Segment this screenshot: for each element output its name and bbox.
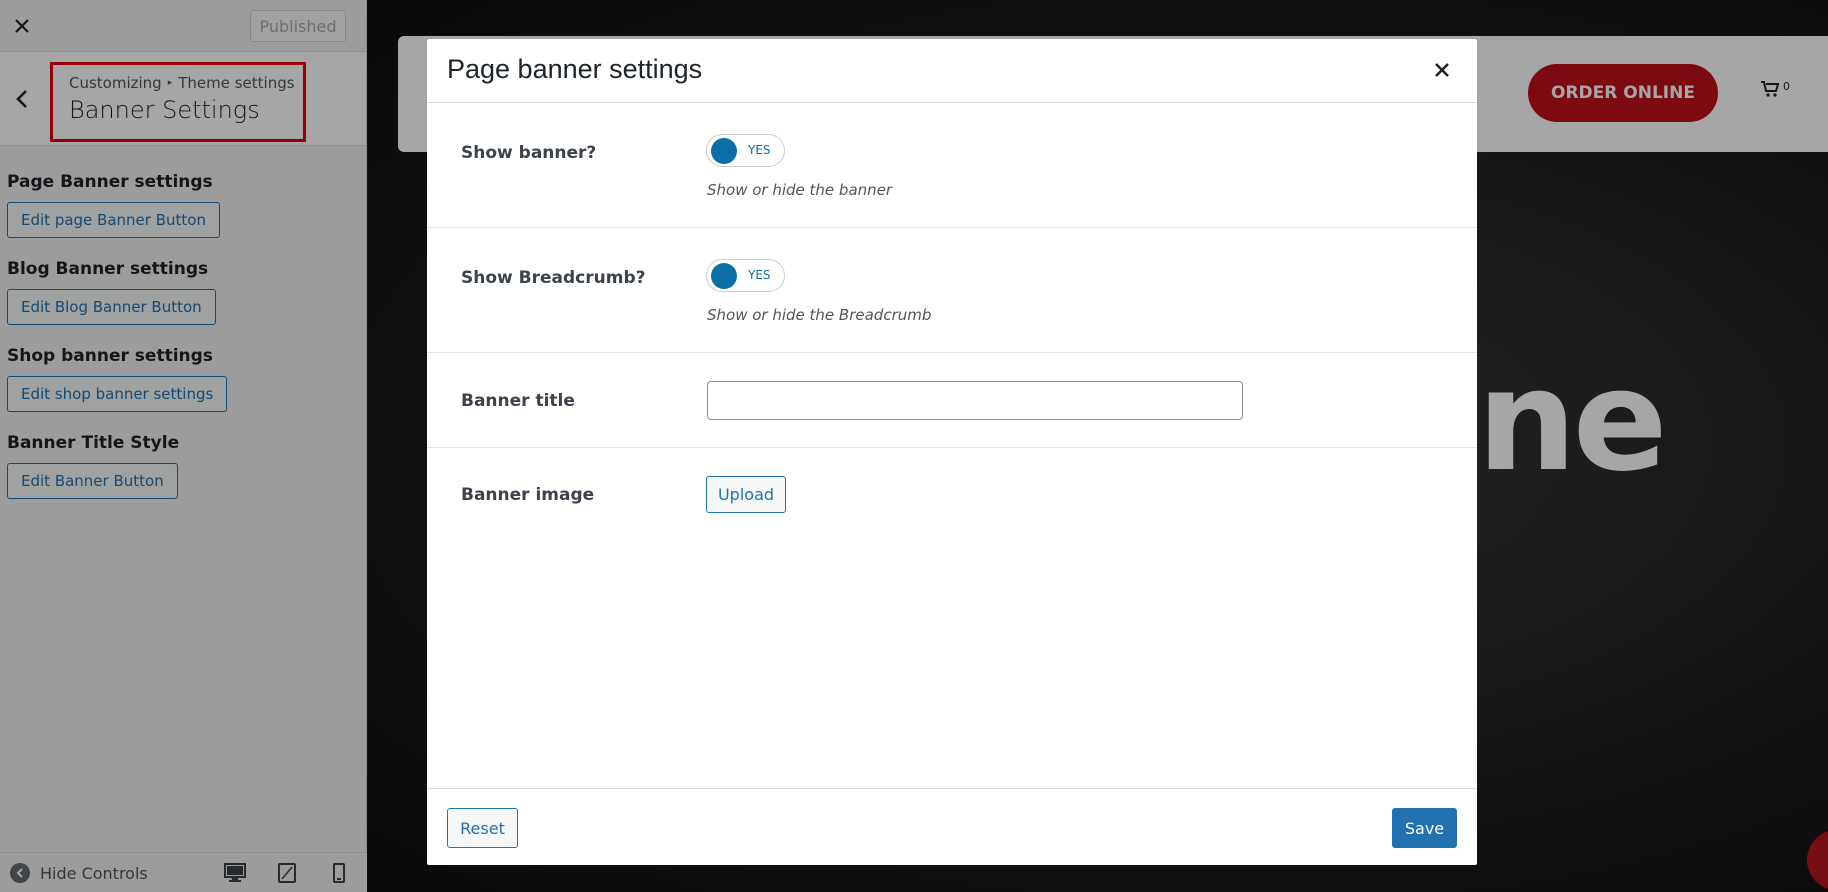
reset-button[interactable]: Reset — [447, 808, 518, 848]
banner-image-label: Banner image — [461, 485, 595, 505]
show-breadcrumb-row: Show Breadcrumb? YES Show or hide the Br… — [427, 228, 1477, 353]
modal-header: Page banner settings — [427, 39, 1477, 103]
upload-button[interactable]: Upload — [706, 476, 786, 513]
banner-title-row: Banner title — [427, 353, 1477, 448]
show-banner-label: Show banner? — [461, 143, 597, 163]
banner-title-label: Banner title — [461, 391, 575, 411]
save-button[interactable]: Save — [1392, 808, 1457, 848]
modal-footer: Reset Save — [427, 788, 1477, 865]
toggle-state: YES — [748, 143, 771, 157]
banner-title-input[interactable] — [707, 381, 1243, 420]
banner-image-row: Banner image Upload — [427, 448, 1477, 542]
show-banner-row: Show banner? YES Show or hide the banner — [427, 103, 1477, 228]
show-banner-toggle[interactable]: YES — [706, 134, 785, 167]
show-breadcrumb-toggle[interactable]: YES — [706, 259, 785, 292]
modal-title: Page banner settings — [447, 54, 703, 84]
toggle-knob — [711, 138, 737, 164]
toggle-knob — [711, 263, 737, 289]
page-banner-settings-modal: Page banner settings Show banner? YES Sh… — [427, 39, 1477, 865]
show-banner-hint: Show or hide the banner — [707, 181, 893, 199]
show-breadcrumb-label: Show Breadcrumb? — [461, 268, 646, 288]
toggle-state: YES — [748, 268, 771, 282]
show-breadcrumb-hint: Show or hide the Breadcrumb — [707, 306, 932, 324]
close-icon[interactable] — [1429, 57, 1455, 83]
